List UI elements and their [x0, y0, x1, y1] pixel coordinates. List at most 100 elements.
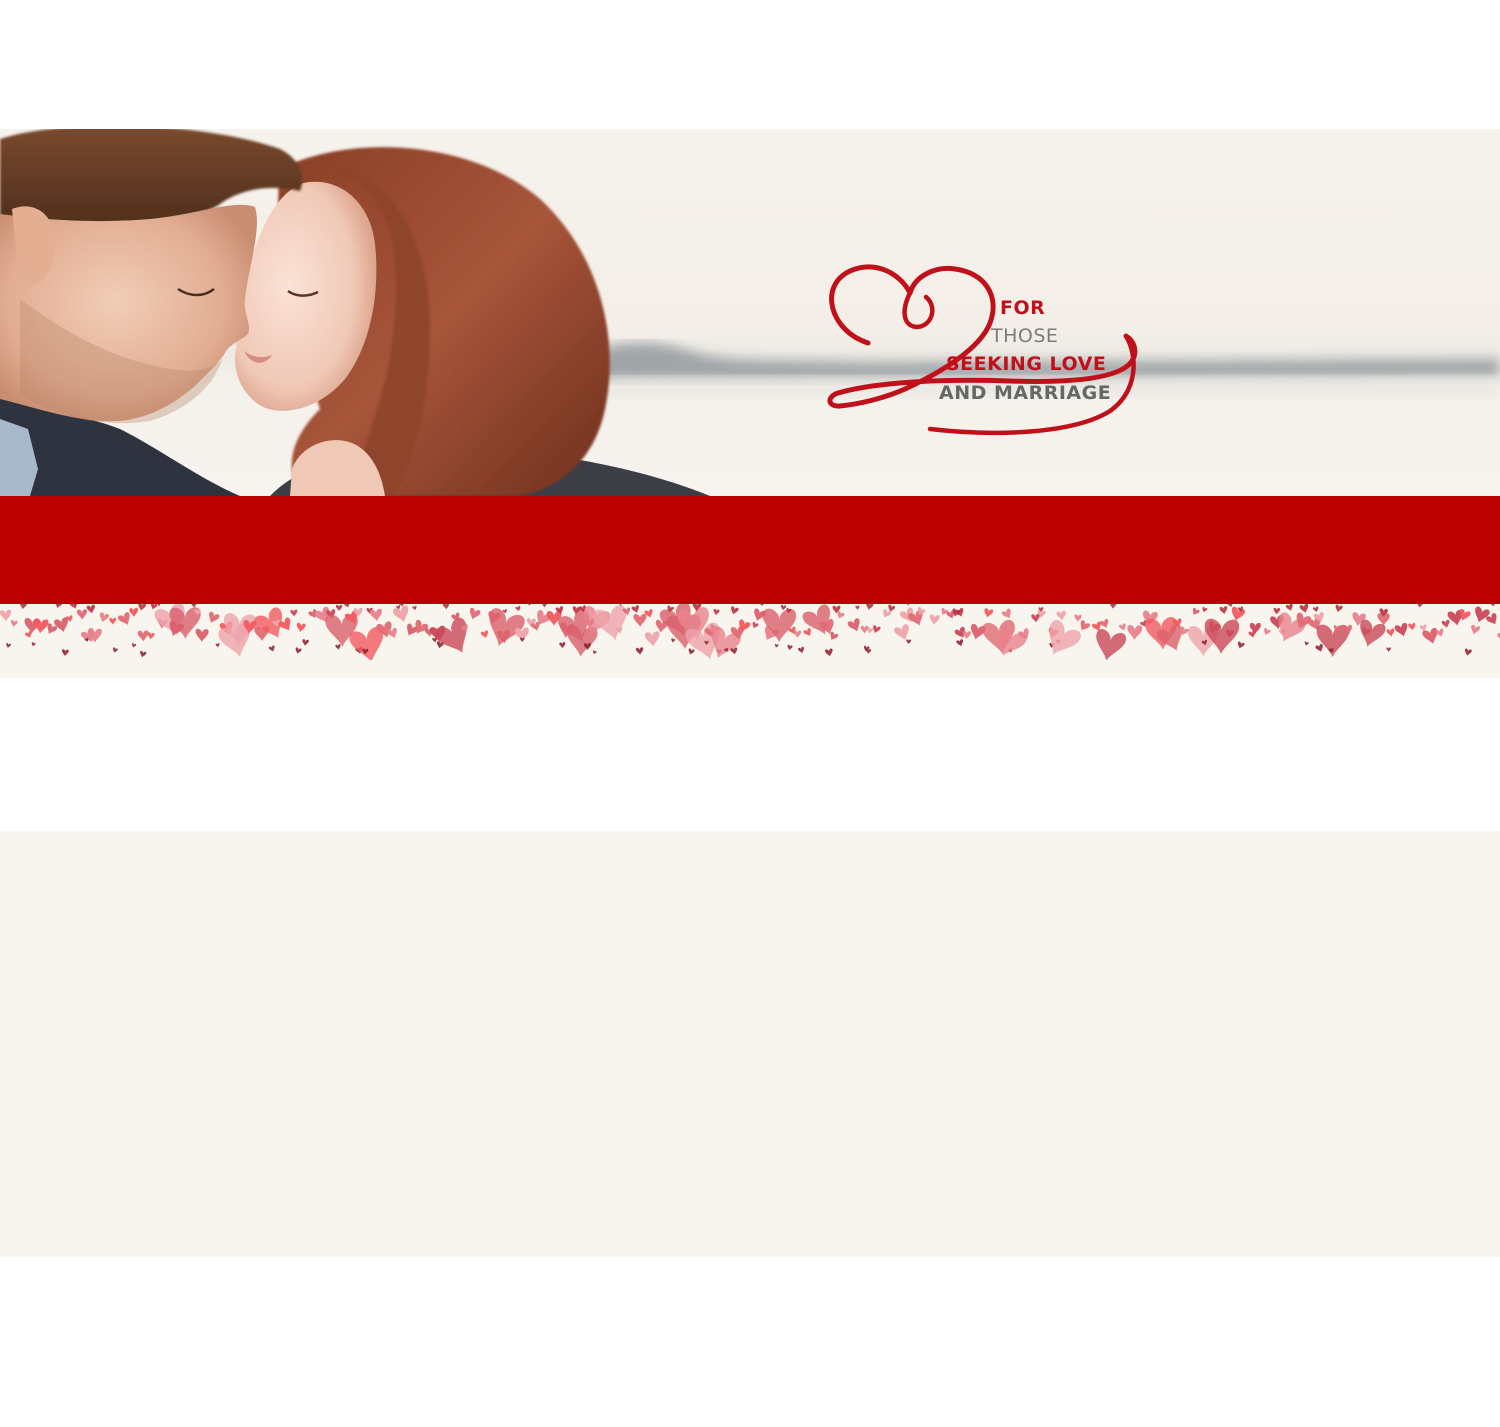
bottom-spacer	[0, 1257, 1500, 1427]
heart-decoration-icon	[941, 607, 949, 616]
heart-decoration-icon	[1127, 624, 1143, 641]
main-content-panel	[0, 831, 1500, 1257]
heart-decoration-icon	[866, 648, 872, 654]
heart-decoration-icon	[1001, 608, 1011, 619]
heart-decoration-icon	[140, 650, 147, 658]
heart-decoration-icon	[393, 605, 409, 623]
heart-decoration-icon	[61, 649, 69, 657]
heart-decoration-icon	[1441, 619, 1450, 628]
heart-decoration-icon	[1237, 641, 1245, 649]
heart-decoration-icon	[129, 607, 139, 617]
heart-decoration-icon	[793, 630, 802, 638]
heart-decoration-icon	[1074, 614, 1082, 622]
heart-decoration-icon	[302, 639, 309, 646]
heart-decoration-icon	[412, 605, 417, 611]
hearts-decoration	[0, 604, 1500, 660]
heart-decoration-icon	[866, 604, 874, 611]
hero-banner: FOR THOSE SEEKING LOVE AND MARRIAGE	[0, 129, 1500, 496]
heart-decoration-icon	[1386, 647, 1391, 652]
heart-decoration-icon	[752, 621, 759, 629]
heart-decoration-icon	[150, 604, 158, 610]
logo-line-3: SEEKING LOVE	[946, 353, 1107, 375]
heart-decoration-icon	[1273, 607, 1281, 615]
heart-decoration-icon	[825, 648, 833, 657]
heart-decoration-icon	[635, 647, 644, 655]
heart-decoration-icon	[894, 624, 909, 641]
heart-decoration-icon	[76, 609, 88, 620]
heart-decoration-icon	[335, 604, 343, 612]
heart-decoration-icon	[1304, 641, 1309, 646]
heart-2-logo-icon	[827, 264, 1138, 436]
heart-decoration-icon	[99, 612, 110, 623]
logo-line-1: FOR	[1000, 297, 1046, 319]
heart-decoration-icon	[671, 638, 676, 643]
heart-decoration-icon	[1386, 628, 1395, 637]
heart-decoration-icon	[344, 604, 350, 608]
heart-decoration-icon	[215, 643, 220, 648]
heart-decoration-icon	[1315, 643, 1323, 652]
red-navigation-band	[0, 496, 1500, 604]
heart-decoration-icon	[1119, 623, 1126, 631]
heart-decoration-icon	[1335, 604, 1343, 613]
heart-decoration-icon	[442, 604, 450, 610]
site-logo[interactable]: FOR THOSE SEEKING LOVE AND MARRIAGE	[820, 261, 1150, 436]
heart-decoration-icon	[117, 612, 130, 626]
heart-decoration-icon	[1099, 618, 1109, 628]
heart-decoration-icon	[1285, 604, 1293, 611]
heart-decoration-icon	[713, 608, 720, 616]
heart-decoration-icon	[1264, 627, 1271, 636]
logo-line-4: AND MARRIAGE	[939, 382, 1112, 404]
couple-photo	[0, 129, 710, 496]
heart-decoration-icon	[434, 617, 467, 653]
page: FOR THOSE SEEKING LOVE AND MARRIAGE	[0, 0, 1500, 1427]
heart-decoration-icon	[984, 608, 994, 618]
heart-decoration-icon	[1056, 610, 1066, 621]
heart-decoration-icon	[1192, 607, 1200, 616]
top-spacer	[0, 0, 1500, 129]
heart-decoration-icon	[1109, 604, 1117, 609]
heart-decoration-icon	[10, 619, 18, 628]
heart-decoration-icon	[1475, 606, 1490, 623]
heart-decoration-icon	[526, 604, 532, 606]
heart-decoration-icon	[730, 606, 739, 615]
heart-decoration-icon	[20, 604, 27, 610]
heart-decoration-icon	[138, 604, 146, 611]
heart-decoration-icon	[730, 647, 738, 655]
heart-decoration-icon	[132, 643, 137, 648]
heart-decoration-icon	[1417, 604, 1423, 608]
heart-decoration-icon	[369, 608, 382, 622]
heart-decoration-icon	[54, 604, 63, 609]
heart-decoration-icon	[1489, 604, 1496, 607]
heart-decoration-icon	[1394, 622, 1408, 637]
heart-decoration-icon	[1049, 619, 1081, 655]
hearts-border-strip	[0, 604, 1500, 678]
heart-decoration-icon	[559, 642, 566, 649]
heart-decoration-icon	[860, 625, 869, 634]
heart-decoration-icon	[1219, 606, 1228, 615]
logo-line-2: THOSE	[991, 325, 1059, 347]
heart-decoration-icon	[137, 630, 149, 642]
heart-decoration-icon	[847, 618, 860, 632]
heart-decoration-icon	[1080, 620, 1091, 631]
heart-decoration-icon	[542, 604, 547, 608]
heart-decoration-icon	[1464, 648, 1472, 656]
heart-decoration-icon	[515, 605, 521, 612]
heart-decoration-icon	[592, 650, 597, 655]
heart-decoration-icon	[803, 627, 811, 637]
heart-decoration-icon	[86, 604, 95, 614]
heart-decoration-icon	[290, 609, 298, 617]
heart-decoration-icon	[480, 630, 489, 639]
heart-decoration-icon	[6, 643, 11, 649]
heart-decoration-icon	[335, 644, 341, 650]
heart-decoration-icon	[633, 613, 647, 627]
heart-decoration-icon	[955, 607, 964, 617]
heart-decoration-icon	[1497, 629, 1500, 642]
heart-decoration-icon	[631, 605, 639, 614]
heart-decoration-icon	[31, 642, 36, 647]
heart-decoration-icon	[1312, 606, 1319, 613]
heart-decoration-icon	[1204, 618, 1240, 654]
heart-decoration-icon	[855, 605, 860, 610]
heart-decoration-icon	[68, 604, 78, 609]
heart-decoration-icon	[1202, 607, 1208, 613]
heart-decoration-icon	[688, 648, 695, 655]
